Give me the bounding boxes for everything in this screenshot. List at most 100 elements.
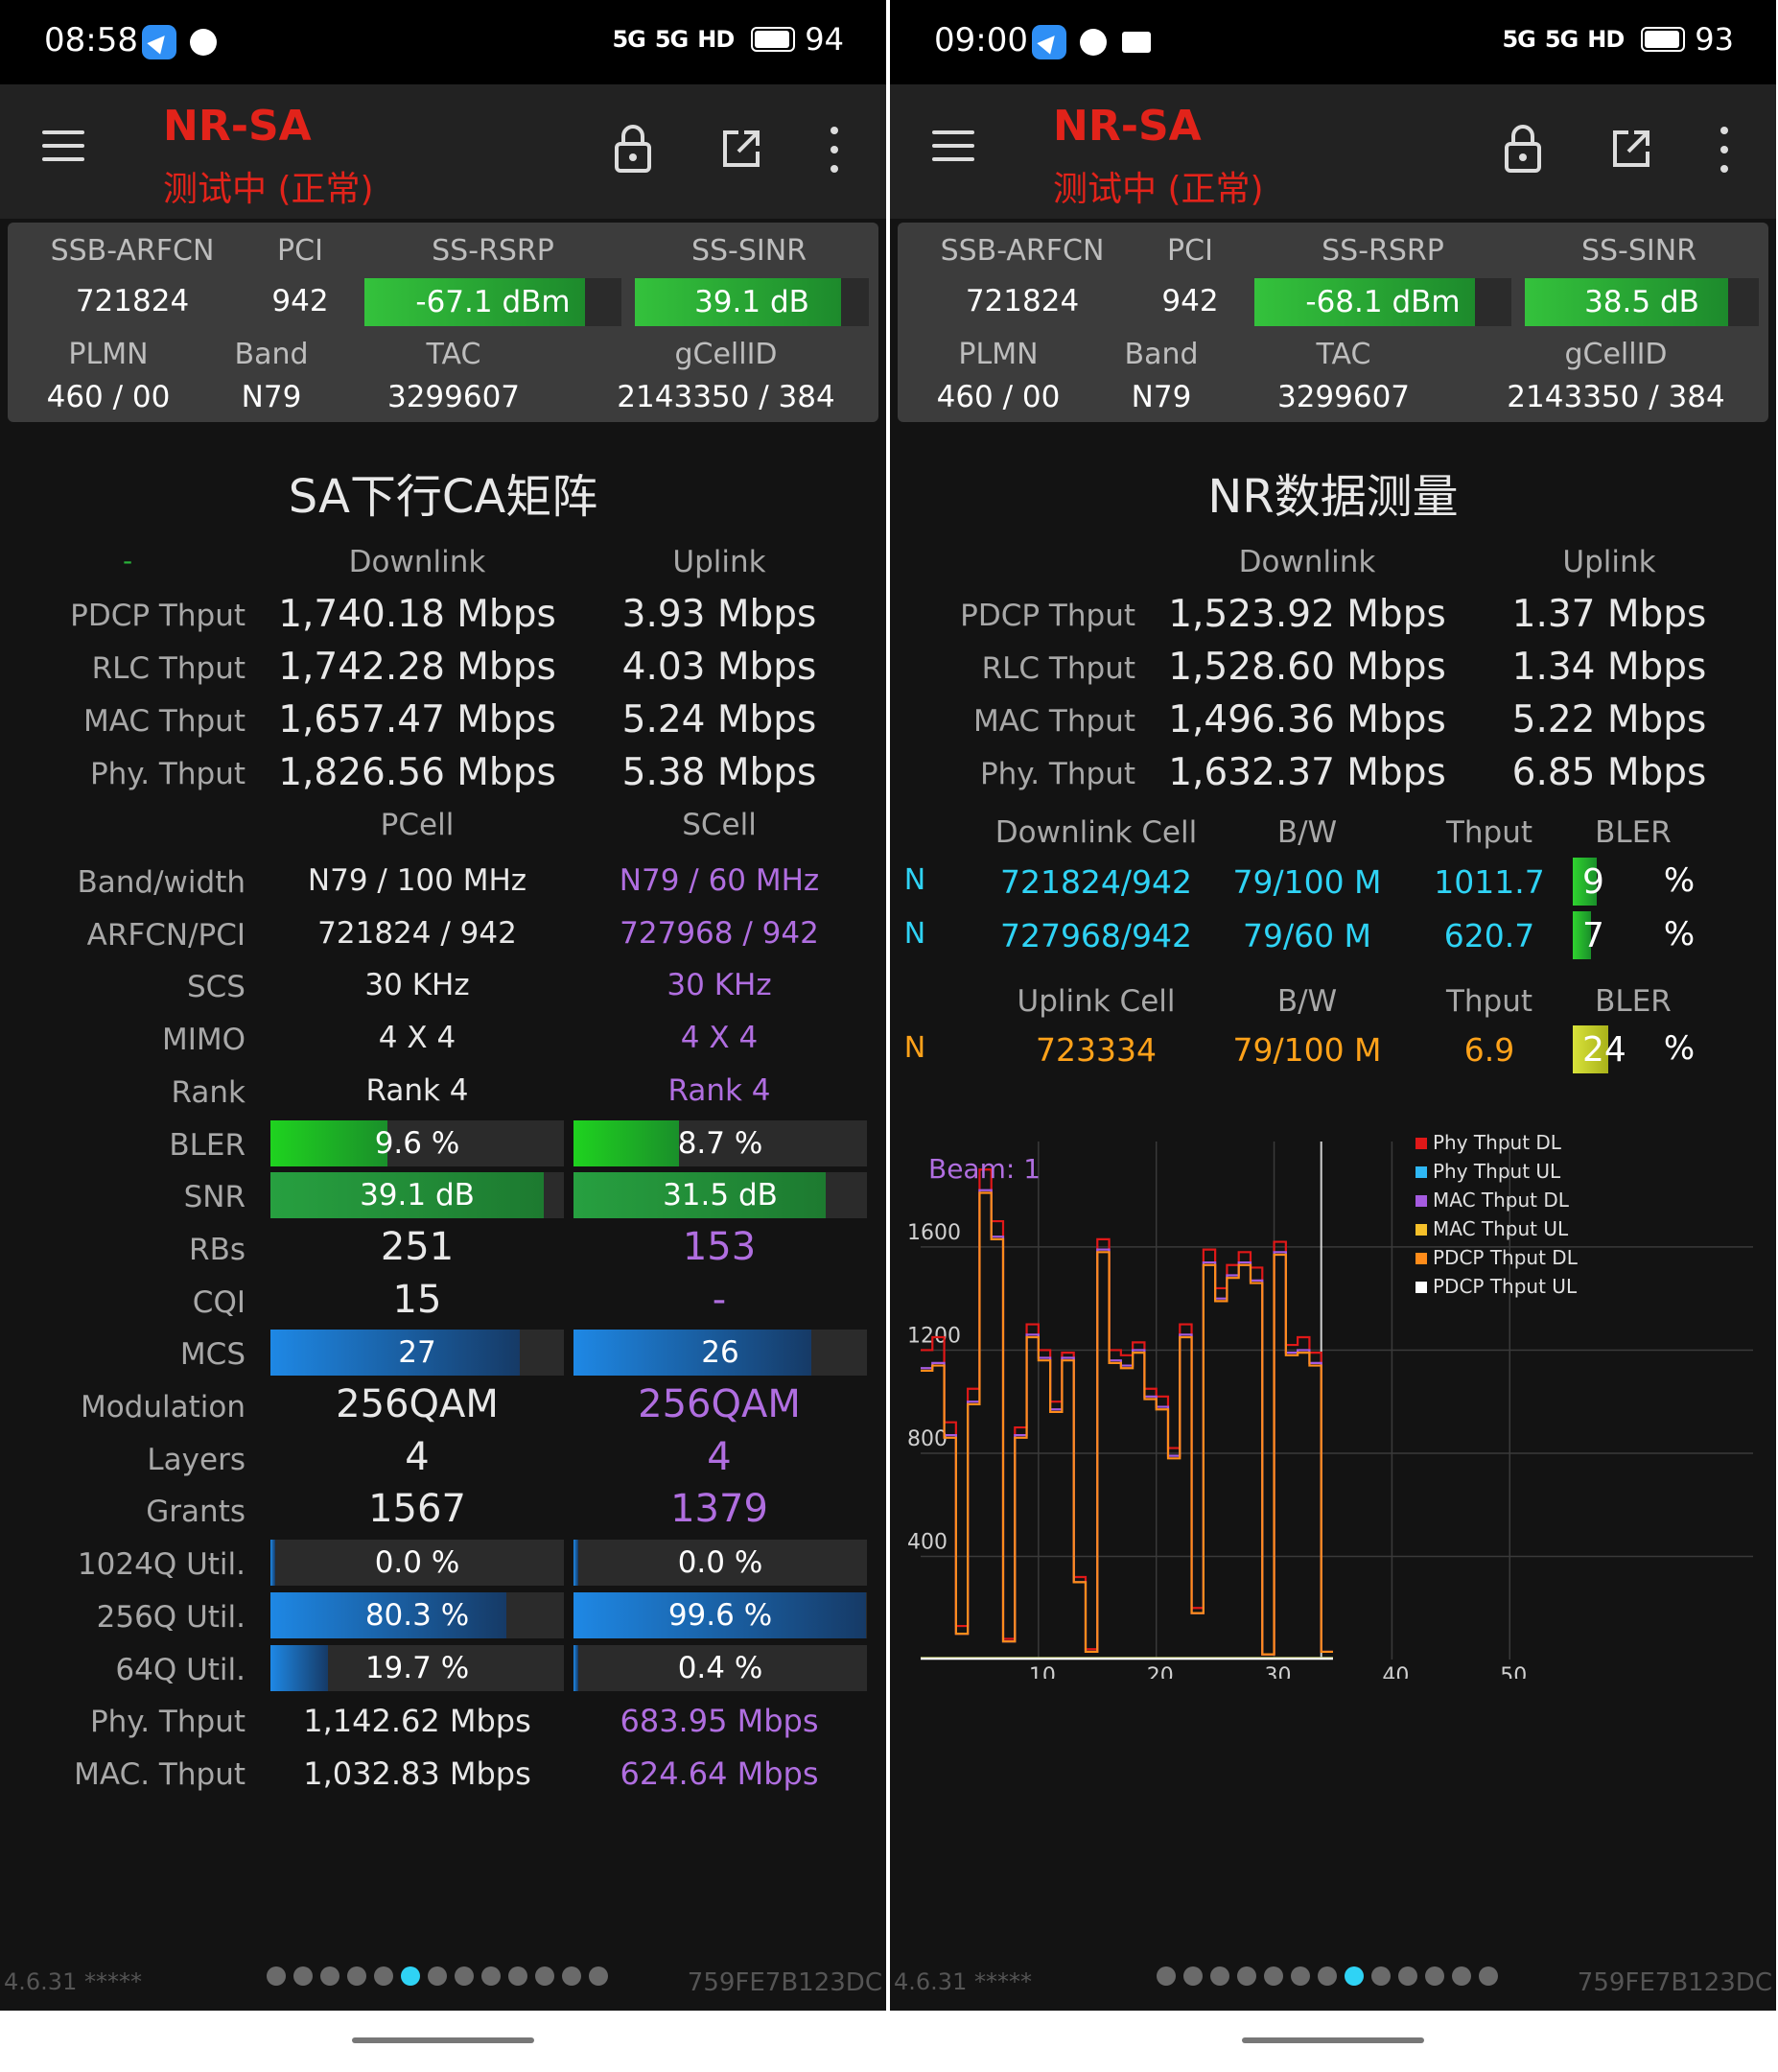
y-tick-label: 800 bbox=[907, 1427, 947, 1451]
network-mode-title: NR-SA bbox=[163, 102, 312, 151]
plmn-value: 460 / 00 bbox=[46, 380, 171, 414]
cell-thput: 6.9 bbox=[1463, 1031, 1515, 1069]
dl-cell-header: B/W bbox=[1276, 815, 1338, 850]
lock-icon[interactable] bbox=[614, 123, 652, 173]
ul-cell-header: Uplink Cell bbox=[1017, 984, 1176, 1019]
hamburger-menu-icon[interactable] bbox=[42, 130, 84, 161]
scell-value: 8.7 % bbox=[677, 1126, 763, 1161]
page-dot[interactable] bbox=[508, 1966, 527, 1986]
page-dot[interactable] bbox=[1398, 1966, 1417, 1986]
page-dot[interactable] bbox=[1291, 1966, 1310, 1986]
scell-value: Rank 4 bbox=[667, 1073, 771, 1108]
scell-value: 153 bbox=[682, 1225, 757, 1269]
thput-row-label: RLC Thput bbox=[981, 651, 1135, 686]
page-dot[interactable] bbox=[1452, 1966, 1471, 1986]
page-dot[interactable] bbox=[428, 1966, 447, 1986]
status-time: 09:00 bbox=[934, 21, 1028, 59]
battery-icon bbox=[751, 27, 796, 52]
legend-swatch bbox=[1415, 1253, 1427, 1264]
scell-value: 30 KHz bbox=[667, 968, 772, 1002]
page-dot[interactable] bbox=[1210, 1966, 1229, 1986]
page-dot[interactable] bbox=[1237, 1966, 1256, 1986]
page-dot[interactable] bbox=[1318, 1966, 1337, 1986]
home-indicator[interactable] bbox=[352, 2037, 534, 2043]
ca-row-label: RBs bbox=[189, 1233, 246, 1267]
share-external-icon[interactable] bbox=[721, 129, 761, 169]
beam-label: Beam: 1 bbox=[928, 1153, 1041, 1185]
page-dot[interactable] bbox=[401, 1966, 420, 1986]
chat-bubble-icon bbox=[190, 29, 217, 56]
page-dot[interactable] bbox=[374, 1966, 393, 1986]
rsrp-meter: -68.1 dBm bbox=[1254, 278, 1511, 326]
page-dot[interactable] bbox=[347, 1966, 366, 1986]
legend-swatch bbox=[1415, 1138, 1427, 1149]
ca-row-label: Rank bbox=[171, 1075, 246, 1110]
signal-icon: 5G bbox=[1502, 26, 1535, 53]
overflow-menu-icon[interactable] bbox=[1720, 127, 1730, 173]
ssb-arfcn-value: 721824 bbox=[965, 284, 1080, 318]
ss-sinr-value: 38.5 dB bbox=[1584, 285, 1699, 319]
cell-rat-tag: N bbox=[903, 917, 926, 951]
app-toolbar: NR-SA 测试中 (正常) bbox=[0, 84, 886, 219]
scell-value: 0.4 % bbox=[677, 1651, 763, 1685]
page-dot[interactable] bbox=[535, 1966, 554, 1986]
test-status: 测试中 (正常) bbox=[163, 170, 374, 209]
ca-row-label: 256Q Util. bbox=[96, 1600, 246, 1635]
header-band: Band bbox=[1124, 338, 1199, 371]
status-right: 5G 5G HD 93 bbox=[1502, 21, 1734, 58]
test-status: 测试中 (正常) bbox=[1053, 170, 1264, 209]
plmn-value: 460 / 00 bbox=[936, 380, 1061, 414]
page-dot[interactable] bbox=[562, 1966, 581, 1986]
page-dot[interactable] bbox=[1371, 1966, 1391, 1986]
scell-meter: 0.4 % bbox=[573, 1645, 867, 1691]
thput-downlink-value: 1,742.28 Mbps bbox=[278, 646, 556, 689]
throughput-chart[interactable]: 4008001200160010 20 30 40 50Beam: 1Phy Thput… bbox=[890, 1122, 1776, 1679]
pcell-meter: 9.6 % bbox=[270, 1120, 564, 1166]
pcell-value: 1,032.83 Mbps bbox=[303, 1755, 531, 1792]
ul-cell-header: B/W bbox=[1276, 984, 1338, 1019]
signal-icon: 5G bbox=[654, 26, 689, 53]
ca-row-label: Grants bbox=[146, 1495, 246, 1529]
page-dot[interactable] bbox=[1157, 1966, 1176, 1986]
page-indicator[interactable] bbox=[1157, 1966, 1498, 1986]
col-pcell: PCell bbox=[380, 808, 455, 842]
thput-row-label: PDCP Thput bbox=[960, 599, 1135, 633]
home-indicator[interactable] bbox=[1242, 2037, 1424, 2043]
page-dot[interactable] bbox=[293, 1966, 313, 1986]
page-dot[interactable] bbox=[267, 1966, 286, 1986]
pcell-value: Rank 4 bbox=[365, 1073, 469, 1108]
overflow-menu-icon[interactable] bbox=[831, 127, 840, 173]
hamburger-menu-icon[interactable] bbox=[932, 130, 974, 161]
page-dot[interactable] bbox=[481, 1966, 501, 1986]
pcell-value: 721824 / 942 bbox=[317, 916, 517, 951]
page-dot[interactable] bbox=[455, 1966, 474, 1986]
thput-downlink-value: 1,826.56 Mbps bbox=[278, 751, 556, 794]
cell-rat-tag: N bbox=[903, 863, 926, 897]
scell-value: 683.95 Mbps bbox=[620, 1703, 819, 1739]
thput-uplink-value: 1.34 Mbps bbox=[1511, 646, 1707, 689]
thput-uplink-value: 1.37 Mbps bbox=[1511, 593, 1707, 636]
page-dot[interactable] bbox=[320, 1966, 339, 1986]
page-dot[interactable] bbox=[1183, 1966, 1203, 1986]
share-external-icon[interactable] bbox=[1611, 129, 1651, 169]
page-dot[interactable] bbox=[589, 1966, 608, 1986]
lock-icon[interactable] bbox=[1504, 123, 1542, 173]
page-dot[interactable] bbox=[1425, 1966, 1444, 1986]
thput-downlink-value: 1,657.47 Mbps bbox=[278, 698, 556, 742]
legend-entry: PDCP Thput DL bbox=[1433, 1246, 1579, 1269]
page-dot[interactable] bbox=[1345, 1966, 1364, 1986]
ca-row-label: Modulation bbox=[80, 1390, 246, 1424]
thput-uplink-value: 4.03 Mbps bbox=[621, 646, 817, 689]
page-indicator[interactable] bbox=[267, 1966, 608, 1986]
header-ss-rsrp: SS-RSRP bbox=[432, 234, 554, 268]
x-tick-label: 10 bbox=[1029, 1664, 1056, 1679]
legend-entry: Phy Thput DL bbox=[1433, 1131, 1562, 1154]
page-dot[interactable] bbox=[1264, 1966, 1283, 1986]
thput-downlink-value: 1,523.92 Mbps bbox=[1168, 593, 1446, 636]
version-label: 4.6.31 ***** bbox=[894, 1968, 1032, 1995]
scell-value: - bbox=[712, 1278, 727, 1322]
header-pci: PCI bbox=[277, 234, 323, 268]
page-dot[interactable] bbox=[1479, 1966, 1498, 1986]
col-scell: SCell bbox=[682, 808, 757, 842]
ul-cell-header: BLER bbox=[1595, 984, 1672, 1019]
